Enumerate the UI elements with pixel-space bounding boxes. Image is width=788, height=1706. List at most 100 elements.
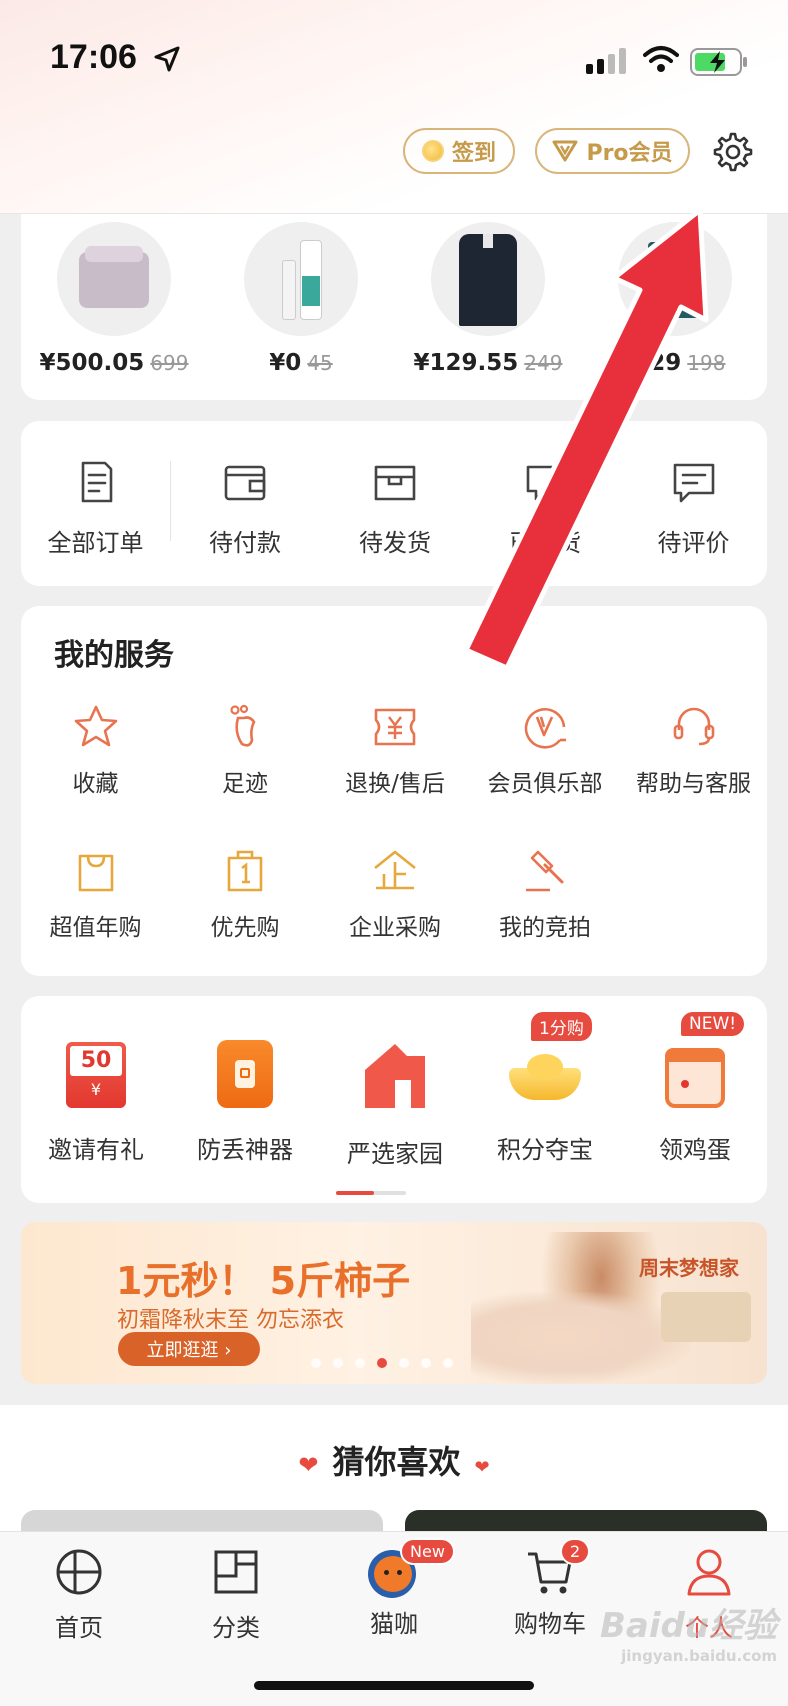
shipped-icon bbox=[526, 465, 564, 501]
product-original-price: 699 bbox=[150, 351, 189, 375]
service-label: 超值年购 bbox=[49, 915, 142, 941]
home-indicator bbox=[254, 1681, 534, 1690]
cat-cafe-icon: New bbox=[368, 1538, 455, 1598]
product-price: ¥129.55 bbox=[413, 350, 519, 376]
cellular-signal-icon bbox=[586, 48, 626, 74]
product-original-price: 198 bbox=[687, 351, 726, 375]
pagination-dot bbox=[399, 1358, 409, 1368]
pagination-dot bbox=[333, 1358, 343, 1368]
home-grid-icon bbox=[56, 1549, 102, 1595]
tab-home[interactable]: 首页 bbox=[14, 1546, 144, 1643]
order-pending-review-label: 待评价 bbox=[657, 529, 730, 557]
envelope-amount: 50 bbox=[70, 1046, 122, 1076]
service-enterprise[interactable]: 企业采购 bbox=[320, 846, 470, 942]
settings-gear-icon[interactable] bbox=[711, 130, 755, 174]
product-item[interactable]: ¥0 45 bbox=[211, 222, 391, 376]
order-shipped[interactable]: 已发货 bbox=[470, 457, 620, 558]
box-icon bbox=[374, 465, 416, 501]
activity-home[interactable]: 严选家园 bbox=[320, 1036, 470, 1169]
tab-badge: New bbox=[400, 1538, 455, 1565]
service-auction[interactable]: 我的竞拍 bbox=[470, 846, 620, 942]
pagination-dot bbox=[311, 1358, 321, 1368]
envelope-currency: ¥ bbox=[90, 1080, 102, 1099]
banner-pagination bbox=[311, 1358, 453, 1368]
banner-title: 1元秒！ 5斤柿子 bbox=[116, 1259, 411, 1303]
order-list-icon bbox=[81, 461, 112, 503]
tab-label: 猫咖 bbox=[370, 1610, 418, 1638]
tab-category[interactable]: 分类 bbox=[171, 1546, 301, 1643]
activity-invite[interactable]: 50 ¥ 邀请有礼 bbox=[21, 1036, 171, 1165]
cart-count-badge: 2 bbox=[560, 1538, 591, 1565]
category-icon bbox=[214, 1550, 258, 1594]
service-label: 会员俱乐部 bbox=[487, 771, 603, 797]
product-item[interactable]: 9.29 198 bbox=[585, 222, 765, 376]
pro-v-icon bbox=[552, 140, 578, 162]
service-label: 企业采购 bbox=[349, 915, 441, 941]
tab-cart[interactable]: 2 购物车 bbox=[485, 1538, 615, 1639]
activity-anti-loss[interactable]: 防丢神器 bbox=[170, 1036, 320, 1165]
banner-subtitle: 初霜降秋末至 勿忘添衣 bbox=[117, 1308, 344, 1333]
spray-bottle-image bbox=[244, 222, 358, 336]
service-label: 收藏 bbox=[72, 771, 119, 797]
enterprise-icon bbox=[374, 850, 416, 890]
activity-label: 严选家园 bbox=[347, 1140, 443, 1168]
tab-label: 首页 bbox=[55, 1614, 103, 1642]
product-price: 9.29 bbox=[624, 350, 682, 376]
status-time: 17:06 bbox=[50, 38, 137, 76]
service-favorites[interactable]: 收藏 bbox=[21, 702, 170, 798]
order-shipped-label: 已发货 bbox=[509, 529, 581, 557]
product-item[interactable]: ¥500.05 699 bbox=[24, 222, 204, 376]
service-footprints[interactable]: 足迹 bbox=[170, 702, 320, 798]
activity-label: 积分夺宝 bbox=[497, 1136, 593, 1164]
watermark-url: jingyan.baidu.com bbox=[621, 1647, 778, 1665]
order-pending-shipment-label: 待发货 bbox=[359, 529, 431, 557]
order-pending-payment-label: 待付款 bbox=[209, 529, 281, 557]
activity-label: 防丢神器 bbox=[197, 1136, 293, 1164]
recommendations-title: 猜你喜欢 bbox=[332, 1443, 461, 1481]
star-icon bbox=[74, 705, 117, 747]
activity-collect-eggs[interactable]: NEW! 领鸡蛋 bbox=[620, 1012, 770, 1165]
product-item[interactable]: ¥129.55 249 bbox=[398, 222, 578, 376]
service-returns[interactable]: 退换/售后 bbox=[320, 702, 470, 798]
heart-icon: ❤ bbox=[474, 1457, 490, 1478]
order-pending-review[interactable]: 待评价 bbox=[620, 457, 767, 558]
service-annual-purchase[interactable]: 超值年购 bbox=[21, 846, 170, 942]
member-club-icon bbox=[524, 707, 566, 749]
sign-in-button[interactable]: 签到 bbox=[403, 128, 515, 174]
gold-ingot-icon: 1分购 bbox=[505, 1012, 592, 1116]
activity-points-treasure[interactable]: 1分购 积分夺宝 bbox=[470, 1012, 620, 1165]
sign-in-label: 签到 bbox=[451, 141, 496, 166]
location-arrow-icon bbox=[154, 46, 180, 72]
shopping-bag-icon bbox=[78, 854, 113, 892]
orders-card: 全部订单 待付款 待发货 已发货 待评价 bbox=[21, 421, 767, 586]
bedding-image bbox=[57, 222, 171, 336]
service-label: 退换/售后 bbox=[345, 771, 445, 797]
service-help[interactable]: 帮助与客服 bbox=[620, 702, 767, 798]
pro-member-label: Pro会员 bbox=[586, 141, 673, 166]
my-services-card: 我的服务 收藏 足迹 退换/售后 会员俱乐部 帮助与客服 超值年购 优先购 企业… bbox=[21, 606, 767, 976]
service-priority-purchase[interactable]: 优先购 bbox=[170, 846, 320, 942]
tab-cat-cafe[interactable]: New 猫咖 bbox=[329, 1538, 459, 1639]
auction-hammer-icon bbox=[526, 850, 564, 892]
banner-shop-button[interactable]: 立即逛逛 › bbox=[118, 1332, 260, 1366]
service-member-club[interactable]: 会员俱乐部 bbox=[470, 702, 620, 798]
promo-banner[interactable]: 1元秒！ 5斤柿子 初霜降秋末至 勿忘添衣 立即逛逛 › 周末梦想家 bbox=[21, 1222, 767, 1384]
order-pending-payment[interactable]: 待付款 bbox=[170, 457, 320, 558]
pro-member-button[interactable]: Pro会员 bbox=[535, 128, 690, 174]
product-original-price: 249 bbox=[524, 351, 563, 375]
activities-card: 50 ¥ 邀请有礼 防丢神器 严选家园 1分购 积分夺宝 NEW! 领鸡蛋 bbox=[21, 996, 767, 1203]
order-all-label: 全部订单 bbox=[47, 529, 144, 557]
comment-icon bbox=[673, 463, 714, 503]
heart-icon: ❤ bbox=[298, 1451, 319, 1479]
product-original-price: 45 bbox=[307, 351, 333, 375]
coin-icon bbox=[421, 140, 444, 162]
person-icon bbox=[687, 1549, 731, 1596]
product-price: ¥500.05 bbox=[39, 350, 145, 376]
activity-label: 领鸡蛋 bbox=[659, 1136, 731, 1164]
wallet-icon bbox=[224, 465, 266, 501]
order-pending-shipment[interactable]: 待发货 bbox=[320, 457, 470, 558]
order-all[interactable]: 全部订单 bbox=[21, 457, 170, 558]
cart-icon: 2 bbox=[524, 1538, 591, 1598]
recent-products-card: ¥500.05 699 ¥0 45 ¥129.55 249 9.29 198 bbox=[21, 200, 767, 400]
tracker-icon bbox=[205, 1036, 285, 1116]
